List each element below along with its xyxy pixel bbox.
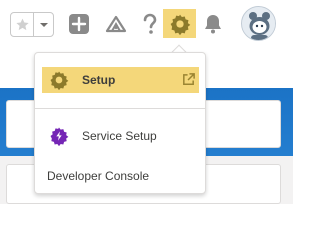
setup-gear-button[interactable] — [163, 9, 196, 38]
trailhead-button[interactable] — [104, 12, 128, 36]
favorites-menu-button[interactable] — [34, 13, 53, 36]
help-icon — [143, 13, 157, 34]
favorites-button-group — [10, 12, 54, 37]
menu-item-label: Service Setup — [82, 129, 157, 143]
menu-divider — [35, 108, 205, 109]
trailhead-icon — [105, 15, 127, 33]
global-header — [0, 0, 293, 46]
star-icon — [16, 18, 29, 31]
gear-icon — [170, 14, 190, 35]
gear-icon — [50, 127, 69, 146]
global-actions-button[interactable] — [67, 12, 91, 36]
astro-avatar-icon — [242, 7, 275, 40]
menu-item-setup[interactable]: Setup — [42, 67, 199, 93]
notifications-button[interactable] — [201, 12, 225, 36]
menu-item-label: Setup — [82, 73, 116, 87]
chevron-down-icon — [39, 22, 48, 27]
add-icon — [69, 14, 89, 34]
menu-item-developer-console[interactable]: Developer Console — [42, 163, 199, 189]
menu-item-service-setup[interactable]: Service Setup — [42, 123, 199, 149]
favorites-button[interactable] — [11, 13, 35, 36]
setup-menu-dropdown: Setup Service Setup Developer Console — [34, 52, 206, 194]
help-button[interactable] — [138, 12, 162, 36]
gear-icon — [50, 71, 69, 90]
external-link-icon[interactable] — [181, 72, 196, 87]
menu-item-label: Developer Console — [47, 169, 150, 183]
bell-icon — [205, 15, 221, 34]
user-avatar[interactable] — [241, 6, 276, 41]
